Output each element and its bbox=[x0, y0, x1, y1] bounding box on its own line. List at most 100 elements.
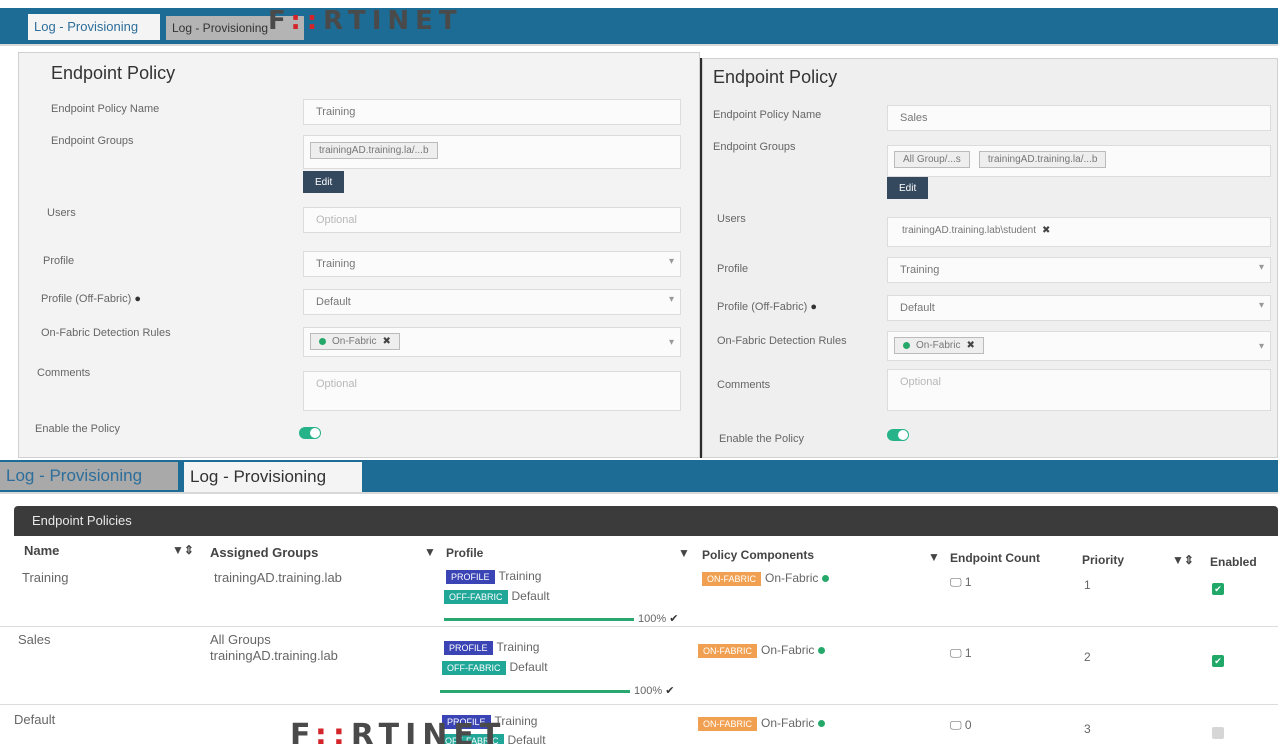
column-header-profile[interactable]: Profile bbox=[446, 546, 483, 560]
progress-bar bbox=[444, 618, 634, 621]
off-fabric-profile-label: Profile (Off-Fabric) ● bbox=[717, 301, 817, 313]
check-icon[interactable]: ✔ bbox=[1212, 655, 1224, 667]
row-off-profile: OFF-FABRIC Default bbox=[444, 589, 550, 604]
fortinet-logo: F::RTINET bbox=[290, 718, 507, 744]
profile-label: Profile bbox=[717, 263, 749, 275]
row-enabled[interactable]: ✔ bbox=[1212, 580, 1224, 595]
filter-icon[interactable]: ▼ bbox=[678, 546, 690, 560]
x-icon[interactable]: ✖ bbox=[966, 340, 974, 351]
policy-name-field[interactable]: Sales bbox=[887, 105, 1271, 131]
off-fabric-badge: OFF-FABRIC bbox=[442, 661, 506, 675]
users-field[interactable]: trainingAD.training.lab\student ✖ bbox=[887, 217, 1271, 247]
edit-groups-button[interactable]: Edit bbox=[887, 177, 929, 199]
user-chip: trainingAD.training.lab\student ✖ bbox=[902, 225, 1051, 236]
info-circle-icon: ● bbox=[810, 301, 817, 313]
monitor-icon: 🖵 bbox=[950, 718, 962, 732]
chevron-down-icon: ▾ bbox=[1258, 341, 1264, 352]
tab-log-provisioning-2[interactable]: Log - Provisioning bbox=[184, 462, 362, 492]
comments-label: Comments bbox=[37, 367, 91, 379]
row-off-profile: OFF-FABRIC Default bbox=[442, 660, 548, 675]
filter-icon[interactable]: ▼ bbox=[424, 545, 436, 559]
enable-policy-toggle[interactable] bbox=[887, 429, 909, 441]
profile-select[interactable]: Training ▾ bbox=[303, 251, 681, 277]
check-icon[interactable]: ✔ bbox=[1212, 583, 1224, 595]
endpoint-policies-header bbox=[14, 506, 1278, 536]
x-icon[interactable]: ✖ bbox=[382, 336, 390, 347]
row-count: 🖵 0 bbox=[950, 718, 972, 732]
panel-title: Endpoint Policy bbox=[51, 63, 176, 83]
progress-label: 100% ✔ bbox=[634, 685, 675, 697]
enable-policy-label: Enable the Policy bbox=[719, 433, 804, 445]
row-priority: 1 bbox=[1084, 578, 1091, 592]
progress-label: 100% ✔ bbox=[638, 613, 679, 625]
on-fabric-badge: ON-FABRIC bbox=[698, 644, 758, 658]
users-field[interactable]: Optional bbox=[303, 207, 681, 233]
column-header-count[interactable]: Endpoint Count bbox=[950, 551, 1040, 565]
chevron-down-icon: ▾ bbox=[1258, 262, 1264, 273]
row-count: 🖵 1 bbox=[950, 646, 972, 660]
chevron-down-icon: ▾ bbox=[668, 294, 674, 305]
chevron-down-icon: ▾ bbox=[668, 256, 674, 267]
comments-label: Comments bbox=[717, 379, 771, 391]
status-dot-icon bbox=[817, 720, 825, 728]
chevron-down-icon: ▾ bbox=[1258, 300, 1264, 311]
endpoint-policy-panel-left: Endpoint Policy Endpoint Policy Name Tra… bbox=[18, 52, 700, 458]
group-chip: trainingAD.training.la/...b bbox=[310, 142, 438, 159]
monitor-icon: 🖵 bbox=[950, 646, 962, 660]
check-icon: ✔ bbox=[669, 613, 679, 625]
tab-log-provisioning-1[interactable]: Log - Provisioning bbox=[28, 14, 160, 40]
profile-label: Profile bbox=[43, 255, 75, 267]
detection-rules-field[interactable]: On-Fabric ✖ ▾ bbox=[303, 327, 681, 357]
row-groups-2: trainingAD.training.lab bbox=[210, 648, 338, 663]
column-header-components[interactable]: Policy Components bbox=[702, 548, 814, 562]
row-enabled[interactable]: ✔ bbox=[1212, 652, 1224, 667]
off-fabric-profile-select[interactable]: Default ▾ bbox=[303, 289, 681, 315]
monitor-icon: 🖵 bbox=[950, 575, 962, 589]
info-circle-icon: ● bbox=[134, 293, 141, 305]
detection-rules-label: On-Fabric Detection Rules bbox=[41, 327, 171, 339]
row-profile: PROFILE Training bbox=[446, 569, 541, 584]
endpoint-groups-field[interactable]: All Group/...s trainingAD.training.la/..… bbox=[887, 145, 1271, 177]
chevron-down-icon: ▾ bbox=[668, 337, 674, 348]
fortinet-logo: F::RTINET bbox=[268, 6, 463, 36]
off-fabric-profile-label: Profile (Off-Fabric) ● bbox=[41, 293, 141, 305]
row-divider bbox=[0, 626, 1278, 627]
policy-name-label: Endpoint Policy Name bbox=[51, 103, 160, 115]
enable-policy-toggle[interactable] bbox=[299, 427, 321, 439]
edit-groups-button[interactable]: Edit bbox=[303, 171, 345, 193]
filter-icon[interactable]: ▼ bbox=[928, 550, 940, 564]
row-name: Training bbox=[22, 570, 69, 585]
row-groups: All Groups bbox=[210, 632, 271, 647]
rule-chip: On-Fabric ✖ bbox=[310, 333, 400, 350]
x-icon[interactable]: ✖ bbox=[1042, 225, 1050, 236]
row-enabled[interactable]: ✔ bbox=[1212, 724, 1224, 739]
column-header-groups[interactable]: Assigned Groups bbox=[210, 545, 318, 560]
filter-sort-icon[interactable]: ▼⇕ bbox=[172, 543, 194, 557]
status-dot-icon bbox=[319, 337, 326, 345]
off-fabric-profile-select[interactable]: Default ▾ bbox=[887, 295, 1271, 321]
progress-bar bbox=[440, 690, 630, 693]
row-name: Sales bbox=[18, 632, 51, 647]
on-fabric-badge: ON-FABRIC bbox=[702, 572, 762, 586]
check-icon[interactable]: ✔ bbox=[1212, 727, 1224, 739]
row-components: ON-FABRIC On-Fabric bbox=[702, 571, 835, 586]
endpoint-policies-title: Endpoint Policies bbox=[32, 513, 132, 528]
row-priority: 3 bbox=[1084, 722, 1091, 736]
detection-rules-field[interactable]: On-Fabric ✖ ▾ bbox=[887, 331, 1271, 361]
enable-policy-label: Enable the Policy bbox=[35, 423, 120, 435]
row-count: 🖵 1 bbox=[950, 575, 972, 589]
comments-field[interactable]: Optional bbox=[887, 369, 1271, 411]
profile-select[interactable]: Training ▾ bbox=[887, 257, 1271, 283]
endpoint-groups-field[interactable]: trainingAD.training.la/...b bbox=[303, 135, 681, 169]
tab-log-provisioning-1[interactable]: Log - Provisioning bbox=[0, 462, 178, 490]
row-profile: PROFILE Training bbox=[444, 640, 539, 655]
policy-name-field[interactable]: Training bbox=[303, 99, 681, 125]
endpoint-policy-panel-right: Endpoint Policy Endpoint Policy Name Sal… bbox=[702, 58, 1278, 458]
policy-name-label: Endpoint Policy Name bbox=[713, 109, 822, 121]
status-dot-icon bbox=[903, 341, 910, 349]
group-chip: trainingAD.training.la/...b bbox=[978, 151, 1107, 168]
users-label: Users bbox=[717, 213, 746, 225]
comments-field[interactable]: Optional bbox=[303, 371, 681, 411]
column-header-name[interactable]: Name bbox=[24, 543, 59, 558]
profile-badge: PROFILE bbox=[446, 570, 495, 584]
